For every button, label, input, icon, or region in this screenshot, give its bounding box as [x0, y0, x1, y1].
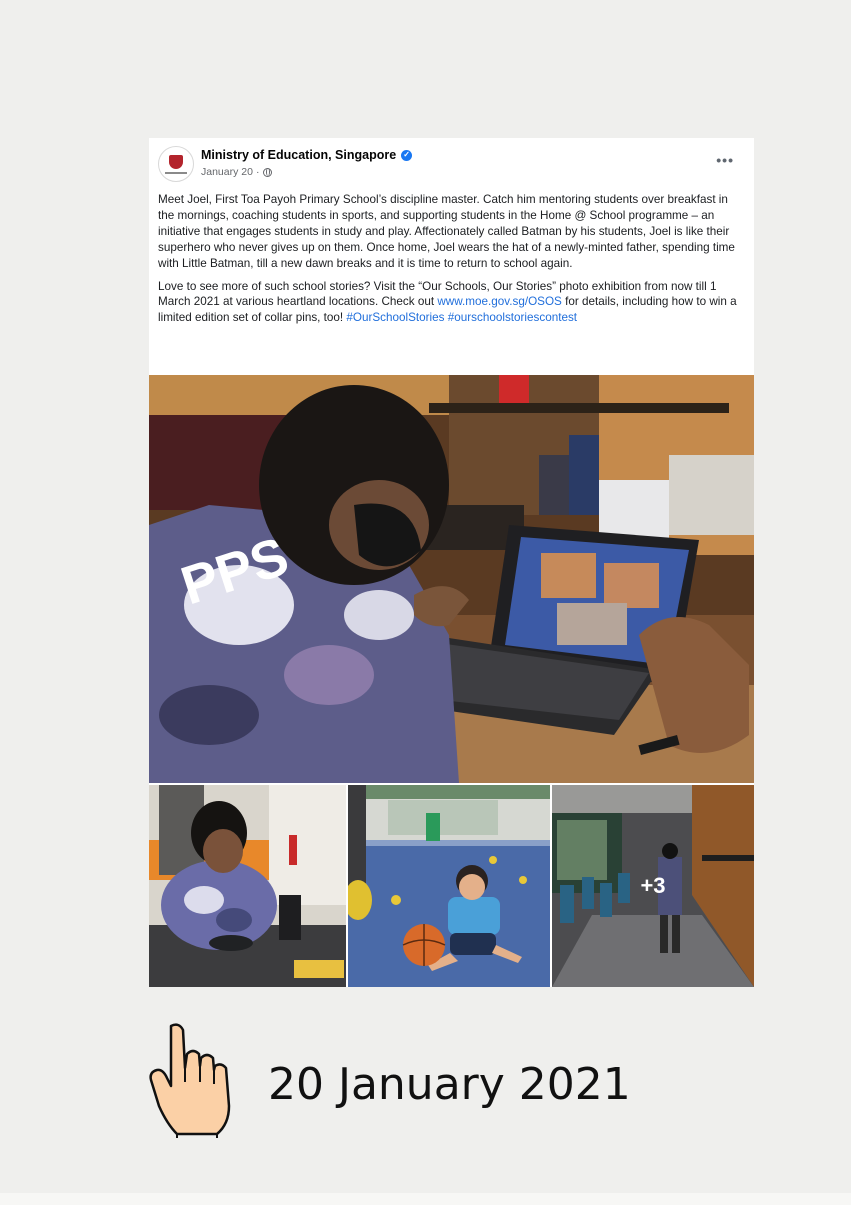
globe-icon [263, 167, 273, 177]
facebook-post: Ministry of Education, Singapore ✓ Janua… [149, 138, 754, 987]
bottom-band [0, 1193, 851, 1205]
thumbnail-photo-1[interactable] [149, 785, 346, 987]
photo-thumbnails: +3 [149, 785, 754, 987]
verified-badge-icon: ✓ [401, 149, 413, 161]
post-paragraph-2: Love to see more of such school stories?… [158, 279, 737, 325]
teacher-laptop-image: PPS [149, 375, 754, 783]
hashtag-ourschoolstoriescontest[interactable]: #ourschoolstoriescontest [448, 311, 577, 324]
footer-date-label: 20 January 2021 [268, 1059, 631, 1110]
osos-link[interactable]: www.moe.gov.sg/OSOS [437, 295, 562, 308]
date-separator: · [255, 166, 260, 178]
post-meta: January 20 · [201, 166, 273, 178]
thumbnail-photo-2[interactable] [348, 785, 550, 987]
child-basketball-image [348, 785, 550, 987]
thumbnail-photo-3[interactable]: +3 [552, 785, 754, 987]
author-name: Ministry of Education, Singapore [201, 148, 397, 162]
post-date[interactable]: January 20 [201, 166, 253, 178]
author-name-link[interactable]: Ministry of Education, Singapore ✓ [201, 148, 413, 162]
moe-crest-icon [169, 154, 183, 169]
hashtag-ourschoolstories[interactable]: #OurSchoolStories [346, 311, 444, 324]
post-body: Meet Joel, First Toa Payoh Primary Schoo… [158, 192, 746, 333]
post-header: Ministry of Education, Singapore ✓ Janua… [149, 138, 754, 186]
more-photos-overlay[interactable]: +3 [552, 785, 754, 987]
teacher-table-image [149, 785, 346, 987]
main-photo[interactable]: PPS [149, 375, 754, 783]
more-options-icon[interactable]: ••• [716, 152, 734, 168]
pointing-hand-icon [149, 1020, 233, 1138]
post-paragraph-1: Meet Joel, First Toa Payoh Primary Schoo… [158, 193, 735, 270]
page-avatar[interactable] [158, 146, 194, 182]
